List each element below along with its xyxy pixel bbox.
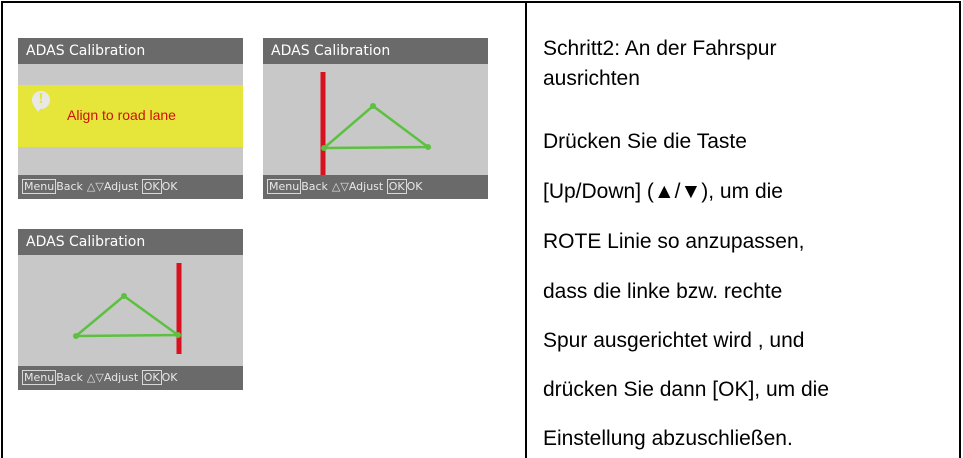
speech-bubble-tail-icon xyxy=(34,106,42,112)
ok-label: OK xyxy=(406,180,423,193)
adjust-label: Adjust xyxy=(103,180,139,193)
ok-label: OK xyxy=(161,371,178,384)
screen-footer: Menu Back △▽Adjust OK OK xyxy=(18,366,243,390)
lane-point xyxy=(121,293,127,299)
lane-point xyxy=(370,103,376,109)
menu-key: Menu xyxy=(267,179,302,194)
ok-key: OK xyxy=(141,179,162,194)
instruction-line: Einstellung abzuschließen. xyxy=(543,427,793,450)
instruction-line: dass die linke bzw. rechte xyxy=(543,280,783,303)
lane-point xyxy=(175,332,181,338)
screen-line-right: ADAS Calibration Menu Back △▽Adjust OK OK xyxy=(18,229,243,390)
screen-title: ADAS Calibration xyxy=(18,38,243,64)
menu-key: Menu xyxy=(22,179,57,194)
lane-point xyxy=(73,333,79,339)
up-down-triangle-icon: △▽ xyxy=(86,371,104,384)
lane-point xyxy=(425,144,431,150)
back-label: Back xyxy=(56,371,83,384)
adjust-label: Adjust xyxy=(103,371,139,384)
screen-alert: ADAS Calibration ! Align to road lane Me… xyxy=(18,38,243,199)
up-down-triangle-icon: △▽ xyxy=(86,180,104,193)
ok-key: OK xyxy=(141,370,162,385)
step-title-line: ausrichten xyxy=(543,67,640,90)
screen-footer: Menu Back △▽Adjust OK OK xyxy=(18,175,243,199)
instruction-line: ROTE Linie so anzupassen, xyxy=(543,230,805,253)
instruction-line: drücken Sie dann [OK], um die xyxy=(543,378,829,401)
green-lane-triangle xyxy=(75,294,182,338)
screen-footer: Menu Back △▽Adjust OK OK xyxy=(263,175,488,199)
screen-line-left: ADAS Calibration Menu Back △▽Adjust OK OK xyxy=(263,38,488,199)
back-label: Back xyxy=(301,180,328,193)
lane-point xyxy=(321,145,327,151)
step-title-line: Schritt2: An der Fahrspur xyxy=(543,37,777,60)
up-down-triangle-icon: △▽ xyxy=(331,180,349,193)
adjust-label: Adjust xyxy=(348,180,384,193)
instruction-line: Drücken Sie die Taste xyxy=(543,130,747,153)
alert-text: Align to road lane xyxy=(67,107,176,123)
ok-key: OK xyxy=(386,179,407,194)
menu-key: Menu xyxy=(22,370,57,385)
instruction-line: Spur ausgerichtet wird , und xyxy=(543,329,805,352)
green-lane-triangle xyxy=(323,104,432,150)
back-label: Back xyxy=(56,180,83,193)
column-divider xyxy=(525,1,527,458)
ok-label: OK xyxy=(161,180,178,193)
alert-band: ! Align to road lane xyxy=(18,85,243,147)
instruction-line: [Up/Down] (▲/▼), um die xyxy=(543,180,783,203)
